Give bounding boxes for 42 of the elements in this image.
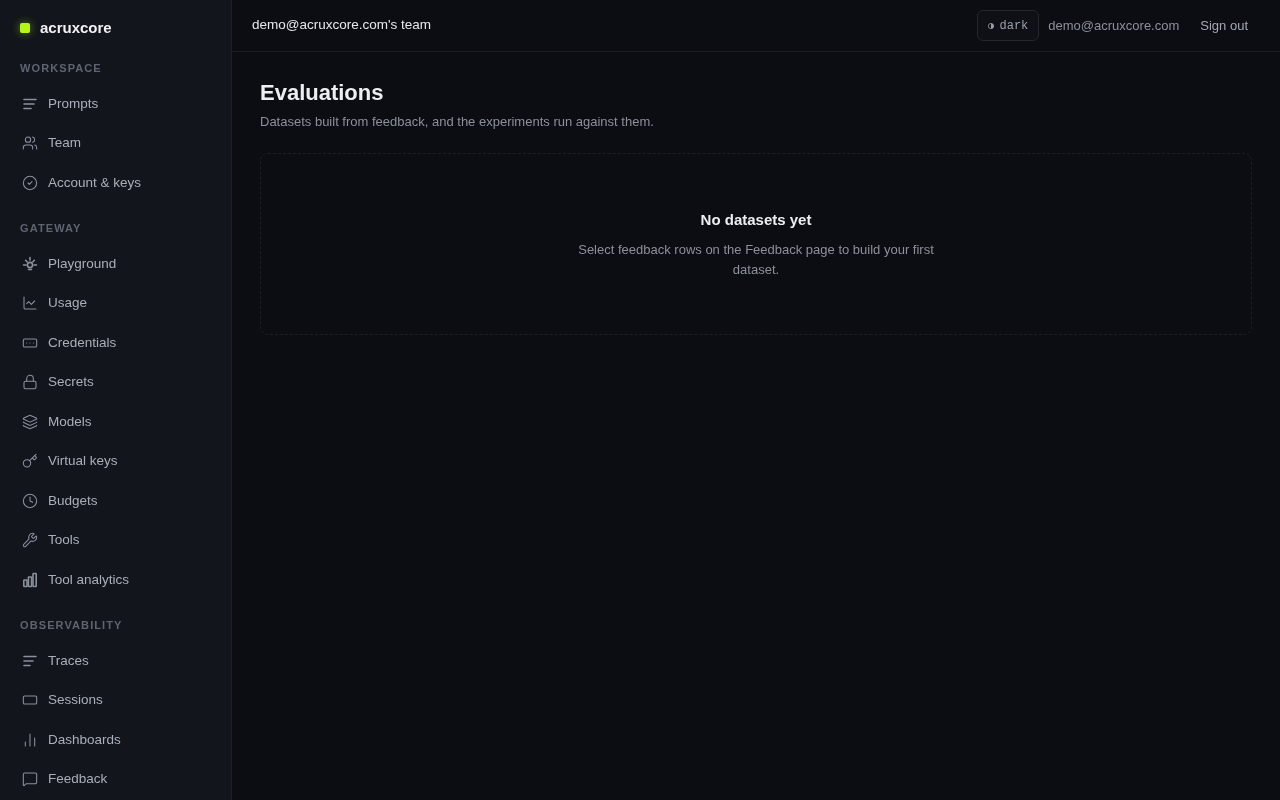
brand-name: acruxcore bbox=[40, 17, 112, 38]
check-circle-icon bbox=[22, 174, 38, 191]
sidebar-item[interactable]: Virtual keys bbox=[12, 441, 219, 481]
sidebar-item[interactable]: Team bbox=[12, 123, 219, 163]
line-chart-icon bbox=[22, 295, 38, 312]
layers-icon bbox=[22, 413, 38, 430]
sidebar-item[interactable]: Tools bbox=[12, 520, 219, 560]
sun-icon bbox=[22, 255, 38, 272]
sidebar-item[interactable]: Playground bbox=[12, 244, 219, 284]
sidebar-item[interactable]: Credentials bbox=[12, 323, 219, 363]
empty-state-title: No datasets yet bbox=[700, 210, 812, 230]
bar-chart-icon bbox=[22, 731, 38, 748]
sidebar-item[interactable]: Traces bbox=[12, 641, 219, 681]
sidebar-item[interactable]: Account & keys bbox=[12, 163, 219, 203]
theme-toggle-button[interactable]: dark bbox=[976, 10, 1040, 41]
sidebar-item[interactable]: Budgets bbox=[12, 481, 219, 521]
section-heading: GATEWAY bbox=[20, 222, 82, 234]
half-circle-icon bbox=[987, 22, 994, 29]
sidebar-item[interactable]: Usage bbox=[12, 283, 219, 323]
section-heading: WORKSPACE bbox=[20, 62, 102, 74]
sidebar-item[interactable]: Feedback bbox=[12, 759, 219, 799]
key-icon bbox=[22, 453, 38, 470]
empty-state-description: Select feedback rows on the Feedback page to build your first dataset. bbox=[577, 241, 935, 279]
page-title: Evaluations bbox=[260, 79, 385, 107]
page-subtitle: Datasets built from feedback, and the experiments run against them. bbox=[260, 113, 655, 131]
sidebar-item[interactable]: Prompts bbox=[12, 84, 219, 124]
sidebar-item[interactable]: Secrets bbox=[12, 362, 219, 402]
lock-icon bbox=[22, 374, 38, 391]
sign-out-button[interactable]: Sign out bbox=[1192, 11, 1256, 40]
team-name: demo@acruxcore.com's team bbox=[252, 16, 432, 35]
square-logo-icon bbox=[20, 23, 30, 33]
sidebar-item[interactable]: Dashboards bbox=[12, 720, 219, 760]
sidebar-item[interactable]: Models bbox=[12, 402, 219, 442]
user-email: demo@acruxcore.com bbox=[1048, 16, 1180, 35]
bar-chart-icon bbox=[22, 571, 38, 588]
wrench-icon bbox=[22, 532, 38, 549]
users-icon bbox=[22, 135, 38, 152]
sidebar-item[interactable]: Sessions bbox=[12, 680, 219, 720]
clock-icon bbox=[22, 492, 38, 509]
sidebar-item[interactable]: Tool analytics bbox=[12, 560, 219, 600]
section-heading: OBSERVABILITY bbox=[20, 619, 123, 631]
chat-bubble-icon bbox=[22, 771, 38, 788]
